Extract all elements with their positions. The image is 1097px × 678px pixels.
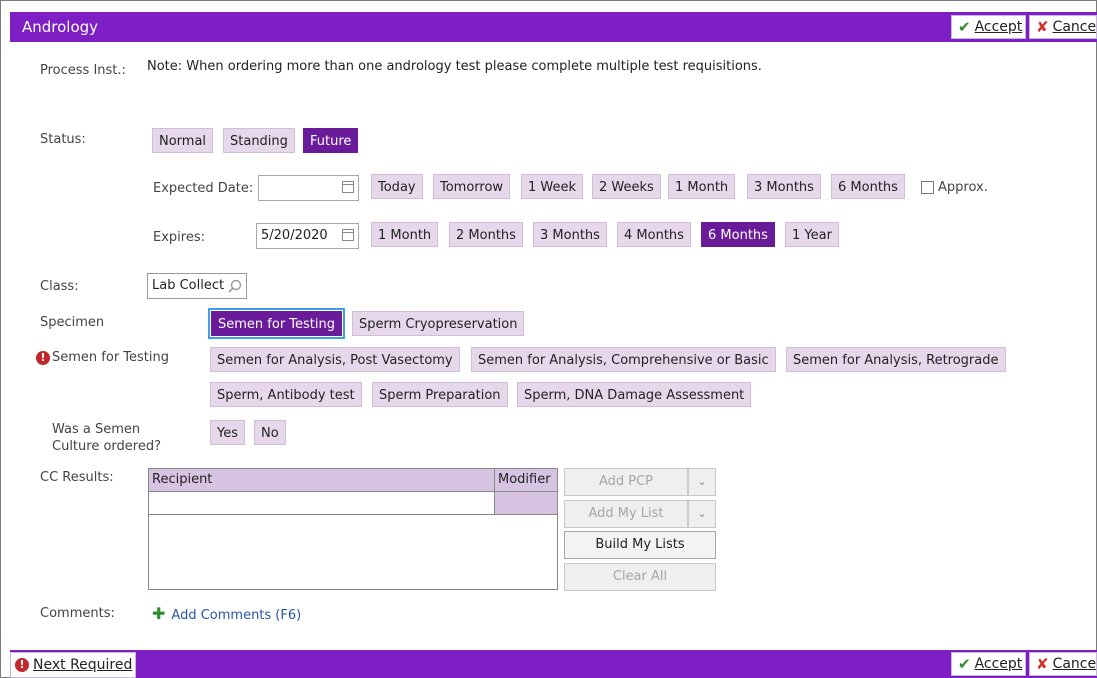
expected-2-weeks-button[interactable]: 2 Weeks bbox=[592, 174, 661, 199]
expires-6-months-button[interactable]: 6 Months bbox=[701, 222, 775, 247]
status-normal-button[interactable]: Normal bbox=[152, 128, 214, 153]
process-inst-label: Process Inst.: bbox=[40, 63, 126, 78]
expected-3-months-button[interactable]: 3 Months bbox=[747, 174, 821, 199]
recipient-cell[interactable] bbox=[149, 492, 494, 514]
close-icon: ✘ bbox=[1036, 18, 1049, 36]
test-retrograde-button[interactable]: Semen for Analysis, Retrograde bbox=[786, 347, 1006, 372]
status-standing-button[interactable]: Standing bbox=[223, 128, 295, 153]
cc-results-table: Recipient Modifier bbox=[148, 468, 558, 590]
cc-results-label: CC Results: bbox=[40, 470, 114, 485]
test-sperm-preparation-button[interactable]: Sperm Preparation bbox=[372, 382, 508, 407]
expected-date-label: Expected Date: bbox=[153, 181, 254, 196]
comments-label: Comments: bbox=[40, 606, 115, 621]
test-antibody-button[interactable]: Sperm, Antibody test bbox=[210, 382, 362, 407]
specimen-semen-for-testing-button[interactable]: Semen for Testing bbox=[208, 308, 345, 339]
calendar-icon[interactable] bbox=[342, 181, 354, 193]
expires-3-months-button[interactable]: 3 Months bbox=[533, 222, 607, 247]
process-note: Note: When ordering more than one androl… bbox=[147, 59, 762, 74]
add-comments-link[interactable]: ✚ Add Comments (F6) bbox=[152, 604, 301, 623]
add-pcp-button[interactable]: Add PCP bbox=[564, 468, 688, 496]
close-icon: ✘ bbox=[1036, 655, 1049, 673]
expires-1-year-button[interactable]: 1 Year bbox=[785, 222, 839, 247]
expected-6-months-button[interactable]: 6 Months bbox=[831, 174, 905, 199]
error-icon: ! bbox=[15, 658, 29, 672]
cancel-button[interactable]: ✘ Cancel bbox=[1029, 15, 1097, 39]
required-error-icon: ! bbox=[36, 351, 50, 365]
expected-date-field[interactable] bbox=[258, 175, 359, 201]
dialog-footer: ! Next Required ✔ Accept ✘ Cancel bbox=[10, 650, 1097, 678]
expected-today-button[interactable]: Today bbox=[371, 174, 423, 199]
check-icon: ✔ bbox=[958, 655, 971, 673]
class-label: Class: bbox=[40, 279, 79, 294]
class-field[interactable]: Lab Collect bbox=[147, 273, 247, 299]
test-dna-damage-button[interactable]: Sperm, DNA Damage Assessment bbox=[517, 382, 752, 407]
accept-button[interactable]: ✔ Accept bbox=[951, 15, 1026, 39]
footer-cancel-button[interactable]: ✘ Cancel bbox=[1029, 652, 1097, 676]
expected-1-week-button[interactable]: 1 Week bbox=[521, 174, 584, 199]
culture-no-button[interactable]: No bbox=[254, 420, 286, 445]
test-post-vasectomy-button[interactable]: Semen for Analysis, Post Vasectomy bbox=[210, 347, 460, 372]
modifier-column-header: Modifier bbox=[498, 472, 551, 487]
culture-yes-button[interactable]: Yes bbox=[210, 420, 245, 445]
dialog-title: Andrology bbox=[22, 18, 99, 36]
expected-1-month-button[interactable]: 1 Month bbox=[668, 174, 736, 199]
clear-all-button[interactable]: Clear All bbox=[564, 563, 716, 591]
dialog-header: Andrology ✔ Accept ✘ Cancel bbox=[10, 12, 1097, 42]
expires-2-months-button[interactable]: 2 Months bbox=[449, 222, 523, 247]
chevron-down-icon: ⌄ bbox=[697, 475, 707, 488]
expires-label: Expires: bbox=[153, 230, 205, 245]
add-my-list-button[interactable]: Add My List bbox=[564, 500, 688, 528]
table-header: Recipient Modifier bbox=[149, 469, 557, 492]
calendar-icon[interactable] bbox=[342, 229, 354, 241]
semen-for-testing-label: Semen for Testing bbox=[52, 350, 169, 365]
specimen-sperm-cryo-button[interactable]: Sperm Cryopreservation bbox=[352, 311, 525, 336]
approx-label: Approx. bbox=[938, 180, 988, 195]
status-label: Status: bbox=[40, 132, 86, 147]
next-required-button[interactable]: ! Next Required bbox=[10, 652, 136, 678]
specimen-label: Specimen bbox=[40, 315, 105, 330]
row-divider bbox=[149, 514, 557, 515]
chevron-down-icon: ⌄ bbox=[697, 507, 707, 520]
add-pcp-dropdown[interactable]: ⌄ bbox=[688, 468, 716, 496]
check-icon: ✔ bbox=[958, 18, 971, 36]
test-comprehensive-basic-button[interactable]: Semen for Analysis, Comprehensive or Bas… bbox=[471, 347, 776, 372]
expires-date-field[interactable]: 5/20/2020 bbox=[256, 223, 359, 249]
expires-4-months-button[interactable]: 4 Months bbox=[617, 222, 691, 247]
search-icon[interactable] bbox=[227, 278, 243, 294]
expected-tomorrow-button[interactable]: Tomorrow bbox=[433, 174, 511, 199]
status-future-button[interactable]: Future bbox=[303, 128, 359, 153]
build-my-lists-button[interactable]: Build My Lists bbox=[564, 531, 716, 559]
expires-1-month-button[interactable]: 1 Month bbox=[371, 222, 439, 247]
footer-accept-button[interactable]: ✔ Accept bbox=[951, 652, 1026, 676]
approx-checkbox[interactable] bbox=[921, 181, 934, 194]
add-my-list-dropdown[interactable]: ⌄ bbox=[688, 500, 716, 528]
culture-question-label: Was a Semen Culture ordered? bbox=[52, 422, 161, 454]
recipient-column-header: Recipient bbox=[152, 472, 213, 487]
modifier-cell[interactable] bbox=[495, 492, 557, 514]
plus-icon: ✚ bbox=[152, 604, 166, 623]
